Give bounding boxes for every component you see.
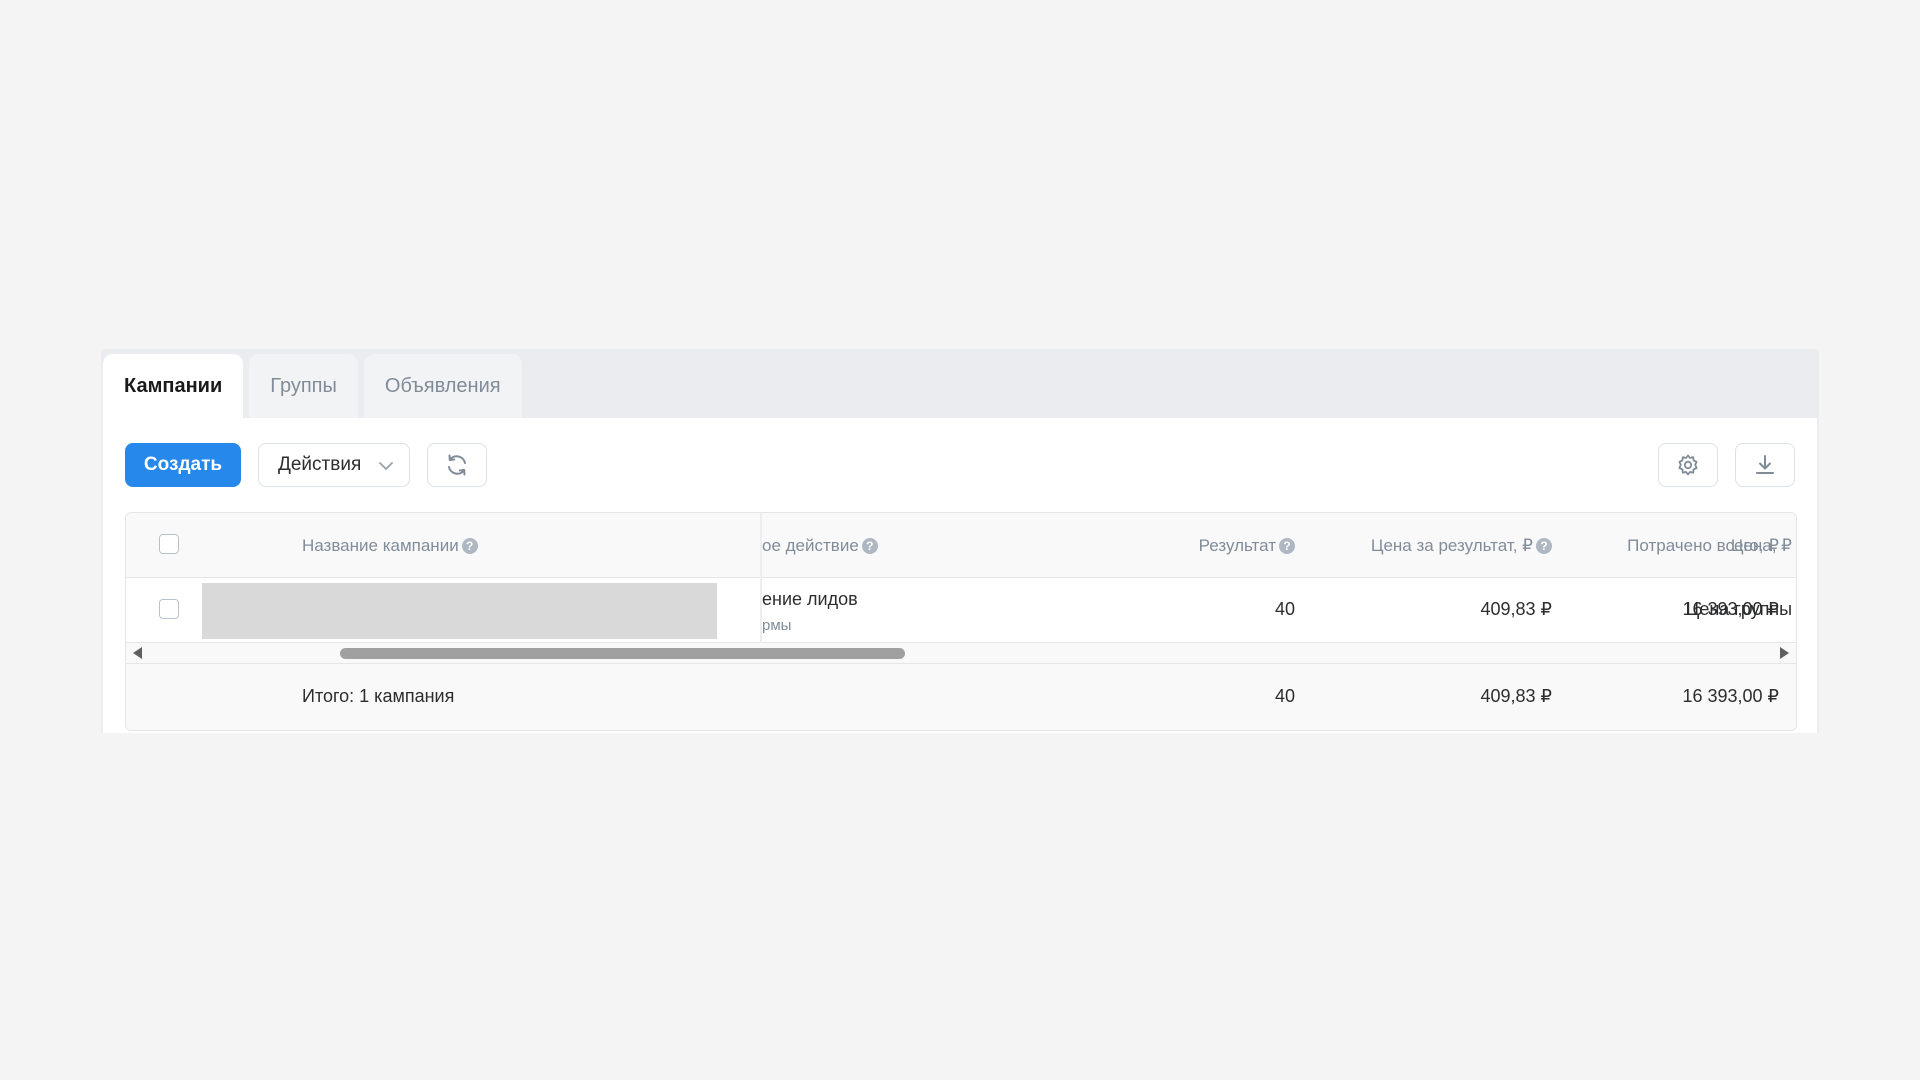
toolbar: Создать Действия (125, 443, 1795, 487)
column-header-target-action[interactable]: ое действие? (762, 536, 878, 556)
column-header-cost-per-result[interactable]: Цена за результат, ₽? (1299, 536, 1552, 556)
help-icon[interactable]: ? (461, 538, 478, 554)
sticky-column-divider (760, 513, 762, 643)
redacted-campaign-name (202, 583, 717, 639)
refresh-icon (444, 452, 470, 478)
scroll-right-arrow[interactable] (1780, 647, 1789, 659)
download-icon (1752, 452, 1778, 478)
tab-bar: Кампании Группы Объявления (103, 354, 522, 418)
totals-row: Итого: 1 кампания 40 409,83 ₽ 16 393,00 … (126, 664, 1796, 730)
column-header-price[interactable]: Цена, ₽ (1686, 536, 1792, 556)
totals-spent-total: 16 393,00 ₽ (1682, 686, 1779, 706)
actions-dropdown-label: Действия (278, 454, 362, 475)
gear-icon (1675, 452, 1701, 478)
scroll-left-arrow[interactable] (133, 647, 142, 659)
row-result: 40 (1274, 599, 1295, 619)
select-all-checkbox[interactable] (159, 534, 179, 554)
tab-ads-label: Объявления (384, 374, 501, 397)
help-icon[interactable]: ? (861, 538, 878, 554)
help-icon[interactable]: ? (1279, 538, 1295, 554)
row-checkbox[interactable] (159, 599, 179, 619)
column-header-name-label: Название кампании (302, 536, 459, 555)
tab-campaigns[interactable]: Кампании (103, 354, 244, 418)
column-header-price-label: Цена, ₽ (1730, 536, 1792, 555)
tab-ads[interactable]: Объявления (363, 354, 522, 418)
tab-content: Создать Действия Название кампании ? Цен… (103, 418, 1817, 733)
column-header-cost-per-result-label: Цена за результат, ₽ (1370, 536, 1533, 555)
refresh-button[interactable] (427, 443, 487, 487)
create-button[interactable]: Создать (125, 443, 241, 487)
column-header-name[interactable]: Название кампании? (302, 536, 478, 556)
row-cost-per-result: 409,83 ₽ (1480, 599, 1552, 619)
totals-label: Итого: 1 кампания (302, 686, 455, 706)
horizontal-scrollbar[interactable] (126, 643, 1796, 664)
campaigns-panel: Кампании Группы Объявления Создать Дейст… (101, 349, 1819, 733)
column-header-result[interactable]: Результат? (1055, 536, 1295, 556)
column-header-target-action-label: ое действие (762, 536, 859, 555)
tab-campaigns-label: Кампании (124, 374, 223, 397)
target-action-column: ое действие? ение лидов рмы (762, 513, 962, 643)
totals-cost-per-result: 409,83 ₽ (1480, 686, 1552, 706)
scrollbar-thumb[interactable] (340, 648, 905, 659)
row-target-action-sub: рмы (762, 617, 792, 634)
settings-button[interactable] (1658, 443, 1718, 487)
column-header-result-label: Результат (1198, 536, 1276, 555)
chevron-down-icon (377, 457, 395, 475)
download-button[interactable] (1735, 443, 1795, 487)
tab-groups[interactable]: Группы (249, 354, 358, 418)
totals-result: 40 (1274, 686, 1295, 706)
create-button-label: Создать (143, 454, 223, 475)
tab-groups-label: Группы (270, 374, 337, 397)
row-target-action: ение лидов (762, 589, 858, 609)
actions-dropdown[interactable]: Действия (258, 443, 410, 487)
row-price: Цена группы (1686, 599, 1793, 619)
campaigns-table: Название кампании? Цена за результат, ₽?… (125, 512, 1797, 731)
